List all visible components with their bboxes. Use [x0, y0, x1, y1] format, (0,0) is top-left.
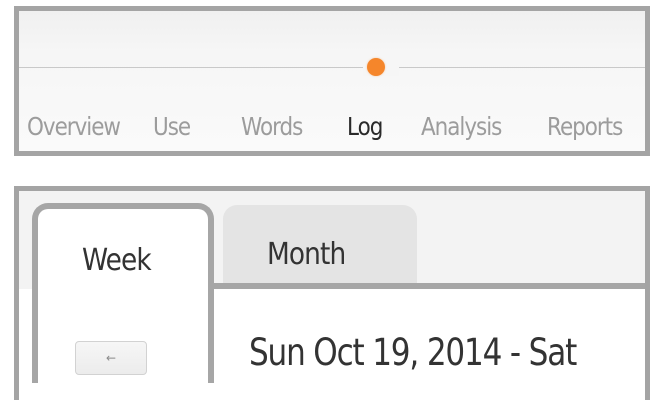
tab-month-label: Month: [267, 237, 346, 272]
tab-week-label: Week: [82, 243, 152, 278]
nav-tab-analysis[interactable]: Analysis: [421, 109, 502, 145]
nav-tab-log[interactable]: Log: [347, 109, 383, 145]
date-range-title: Sun Oct 19, 2014 - Sat: [249, 331, 577, 374]
nav-tab-overview[interactable]: Overview: [27, 109, 121, 145]
nav-tab-bar: Overview Use Words Log Analysis Reports: [19, 109, 645, 145]
previous-week-button[interactable]: ←: [75, 341, 147, 375]
active-indicator-dot: [367, 58, 385, 76]
arrow-left-icon: ←: [105, 351, 117, 365]
nav-tab-use[interactable]: Use: [153, 109, 191, 145]
tab-month[interactable]: Month: [223, 205, 417, 283]
tab-strip-divider: [209, 283, 645, 289]
nav-tab-words[interactable]: Words: [241, 109, 303, 145]
progress-track: [19, 67, 645, 68]
nav-tab-reports[interactable]: Reports: [547, 109, 623, 145]
top-nav-panel: Overview Use Words Log Analysis Reports: [14, 6, 650, 156]
calendar-panel: Month Week ← Sun Oct 19, 2014 - Sat: [14, 186, 650, 400]
